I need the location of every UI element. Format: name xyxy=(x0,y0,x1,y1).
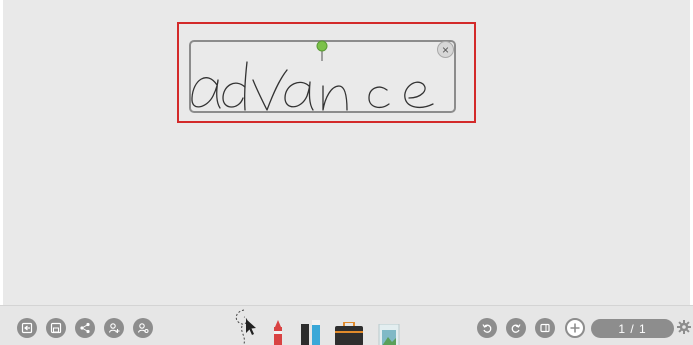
save-icon xyxy=(50,322,62,334)
fullscreen-button[interactable] xyxy=(535,318,555,338)
user-settings-button[interactable] xyxy=(133,318,153,338)
exit-icon xyxy=(21,322,33,334)
close-note-button[interactable]: × xyxy=(437,41,454,58)
lasso-select-icon[interactable] xyxy=(232,306,260,345)
settings-gear-icon[interactable] xyxy=(677,320,691,334)
share-icon xyxy=(80,322,90,334)
bottom-toolbar: 1 / 1 xyxy=(0,305,693,345)
add-user-icon xyxy=(108,323,120,333)
page-indicator[interactable]: 1 / 1 xyxy=(591,319,674,338)
pen-tool-icon[interactable] xyxy=(271,319,285,345)
save-button[interactable] xyxy=(46,318,66,338)
add-page-icon xyxy=(570,323,580,333)
redo-button[interactable] xyxy=(506,318,526,338)
undo-icon xyxy=(482,324,492,333)
page-indicator-label: 1 / 1 xyxy=(618,321,647,336)
add-user-button[interactable] xyxy=(104,318,124,338)
close-icon: × xyxy=(441,42,449,57)
fullscreen-icon xyxy=(540,323,550,333)
eraser-tool-icon[interactable] xyxy=(300,320,322,345)
add-page-button[interactable] xyxy=(565,318,585,338)
undo-button[interactable] xyxy=(477,318,497,338)
exit-button[interactable] xyxy=(17,318,37,338)
image-insert-icon[interactable] xyxy=(377,324,401,345)
redo-icon xyxy=(511,324,521,333)
share-button[interactable] xyxy=(75,318,95,338)
pin-icon[interactable] xyxy=(316,40,328,62)
user-settings-icon xyxy=(137,323,149,333)
toolbox-icon[interactable] xyxy=(335,322,363,345)
whiteboard-app: × 1 / 1 xyxy=(0,0,693,345)
